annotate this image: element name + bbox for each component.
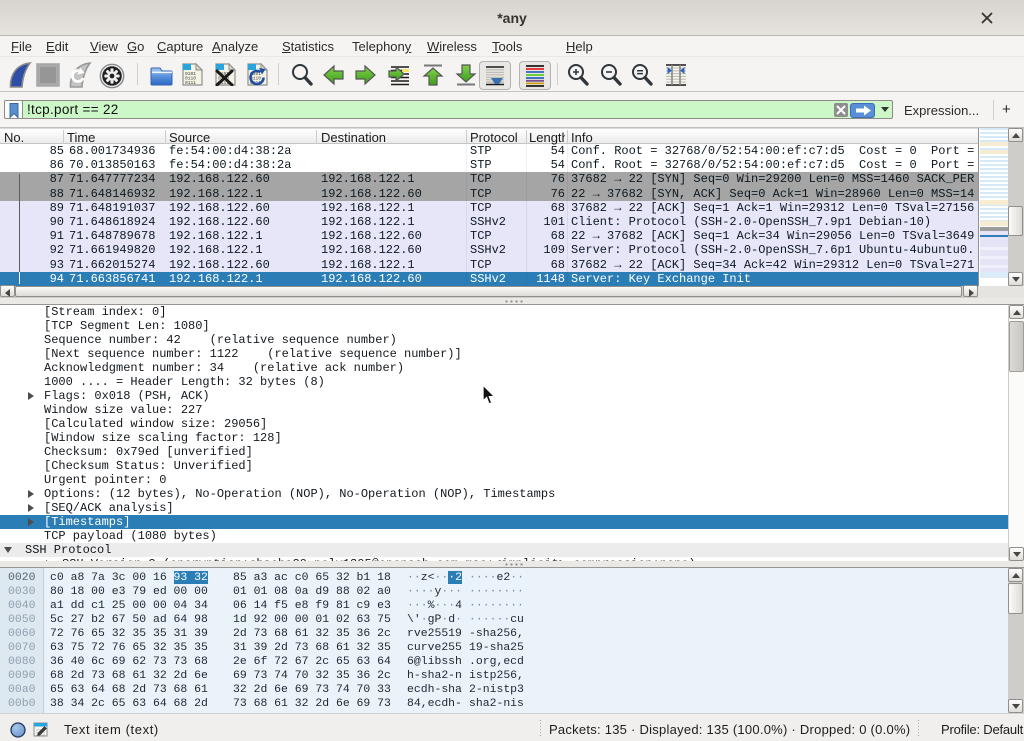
svg-text:0111: 0111 xyxy=(185,80,196,86)
